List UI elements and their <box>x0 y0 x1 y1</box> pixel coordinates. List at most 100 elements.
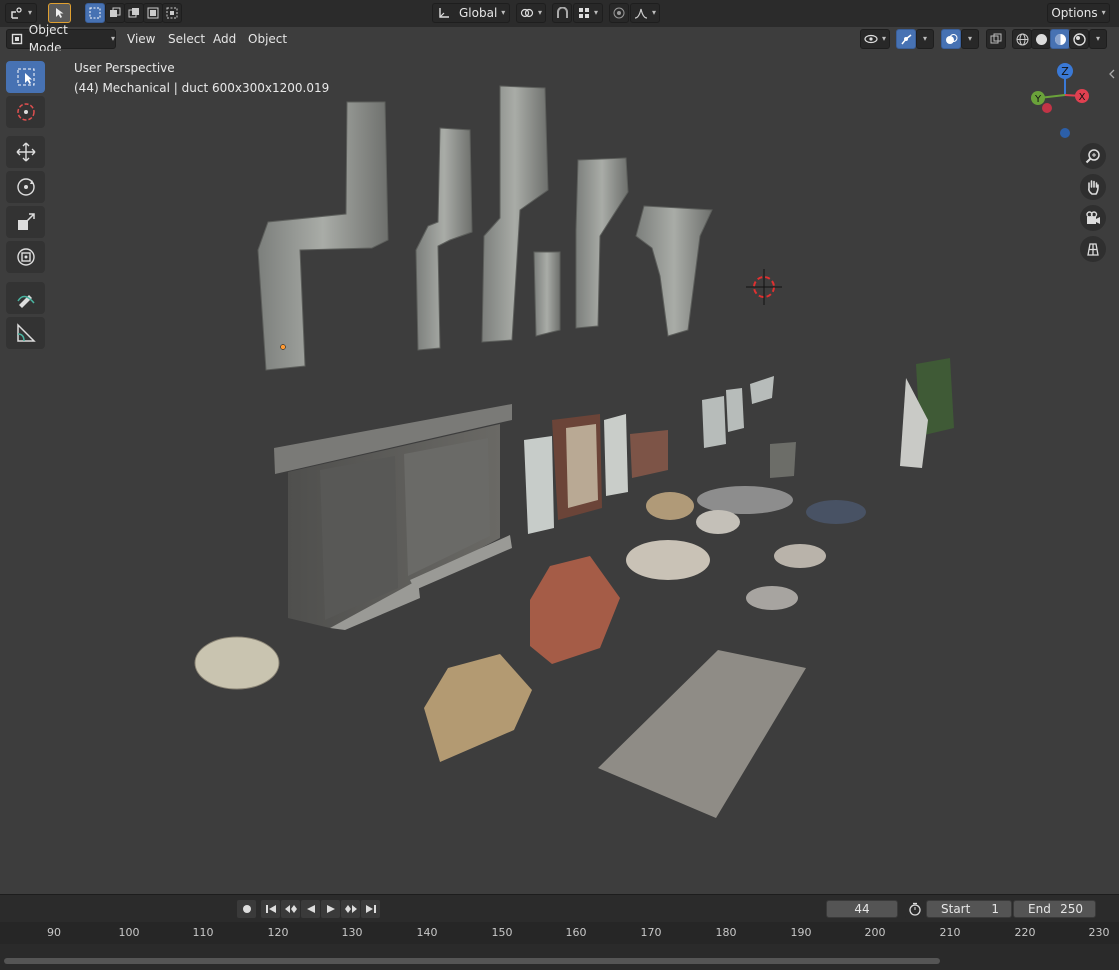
pivot-point-dropdown[interactable]: ▾ <box>516 3 546 23</box>
play-button[interactable] <box>321 900 340 918</box>
tool-annotate[interactable] <box>6 282 45 314</box>
tool-measure[interactable] <box>6 317 45 349</box>
ruler-tick: 110 <box>192 926 214 939</box>
cursor-icon <box>55 8 63 18</box>
end-value: 250 <box>1060 902 1083 916</box>
move-icon <box>16 142 35 162</box>
snap-target-dropdown[interactable]: ▾ <box>573 3 603 23</box>
3d-cursor[interactable] <box>746 269 782 305</box>
end-frame-field[interactable]: End 250 <box>1013 900 1096 918</box>
water-tank[interactable] <box>900 358 954 468</box>
auto-keying-button[interactable] <box>905 900 924 918</box>
sidebar-collapsed-strip[interactable] <box>1105 51 1119 891</box>
editor-type-button[interactable]: ▾ <box>5 3 37 23</box>
gizmo-z-label: Z <box>1061 65 1069 78</box>
play-icon <box>326 905 335 913</box>
next-keyframe-button[interactable] <box>341 900 360 918</box>
rubble-ground[interactable] <box>598 650 806 818</box>
solid-icon <box>1035 33 1047 45</box>
proportional-falloff-dropdown[interactable]: ▾ <box>630 3 660 23</box>
timeline-ruler[interactable]: 90 100 110 120 130 140 150 160 170 180 1… <box>0 922 1119 944</box>
gizmo-y-label: Y <box>1034 94 1042 105</box>
tool-scale[interactable] <box>6 206 45 238</box>
brick-stack[interactable] <box>530 556 620 664</box>
object-info-label: (44) Mechanical | duct 600x300x1200.019 <box>74 81 330 95</box>
proportional-editing-toggle[interactable] <box>609 3 629 23</box>
record-button[interactable] <box>237 900 256 918</box>
hand-icon <box>1088 180 1099 195</box>
shading-material[interactable] <box>1050 29 1070 49</box>
block-pile[interactable] <box>424 654 532 762</box>
snap-toggle[interactable] <box>552 3 572 23</box>
ruler-tick: 200 <box>864 926 886 939</box>
timeline-scrollbar[interactable] <box>4 958 940 964</box>
camera-view-button[interactable] <box>1080 205 1106 231</box>
select-mode-intersect[interactable] <box>162 3 182 23</box>
tool-rotate[interactable] <box>6 171 45 203</box>
object-mode-icon <box>11 33 23 45</box>
snap-grid-icon <box>578 8 589 18</box>
jump-start-button[interactable] <box>261 900 280 918</box>
tool-transform[interactable] <box>6 241 45 273</box>
tool-header: ▾ Global ▾ ▾ ▾ ▾ Options ▾ <box>0 0 1119 28</box>
ruler-tick: 120 <box>267 926 289 939</box>
current-frame-field[interactable]: 44 <box>826 900 898 918</box>
manhole-cover[interactable] <box>194 636 280 690</box>
play-reverse-button[interactable] <box>301 900 320 918</box>
select-box-icon <box>17 68 34 86</box>
debris-group[interactable] <box>626 486 866 610</box>
select-mode-new[interactable] <box>85 3 105 23</box>
pan-button[interactable] <box>1080 174 1106 200</box>
menu-object[interactable]: Object <box>242 30 293 48</box>
trash-can[interactable] <box>770 442 796 478</box>
ruler-tick: 230 <box>1088 926 1110 939</box>
duct-group[interactable] <box>257 85 713 371</box>
garage-building[interactable] <box>274 404 512 630</box>
orientation-label: Global <box>459 6 498 20</box>
wireframe-icon <box>1016 33 1028 45</box>
tool-move[interactable] <box>6 136 45 168</box>
timeline-body[interactable] <box>0 944 1119 970</box>
navigation-gizmo[interactable]: Z Y X <box>1025 60 1105 140</box>
select-mode-extend[interactable] <box>105 3 125 23</box>
jump-end-button[interactable] <box>361 900 380 918</box>
xray-toggle[interactable] <box>986 29 1006 49</box>
menu-select[interactable]: Select <box>162 30 211 48</box>
ruler-tick: 170 <box>640 926 662 939</box>
shading-wireframe[interactable] <box>1012 29 1032 49</box>
tool-select-active[interactable] <box>48 3 71 23</box>
zoom-button[interactable] <box>1080 143 1106 169</box>
start-frame-field[interactable]: Start 1 <box>926 900 1012 918</box>
mode-dropdown[interactable]: Object Mode ▾ <box>6 23 116 55</box>
cursor-target-icon <box>16 103 35 121</box>
menu-add[interactable]: Add <box>207 30 242 48</box>
select-mode-subtract[interactable] <box>124 3 144 23</box>
gizmo-dropdown[interactable]: ▾ <box>916 29 934 49</box>
prev-keyframe-button[interactable] <box>281 900 300 918</box>
tool-select-box[interactable] <box>6 61 45 93</box>
ruler-tick: 180 <box>715 926 737 939</box>
material-icon <box>1054 33 1066 45</box>
transform-orientation-dropdown[interactable]: Global ▾ <box>432 3 510 23</box>
gizmo-toggle[interactable] <box>896 29 916 49</box>
current-frame-value: 44 <box>854 902 870 916</box>
overlay-dropdown[interactable]: ▾ <box>961 29 979 49</box>
shading-dropdown[interactable]: ▾ <box>1089 29 1107 49</box>
menu-view[interactable]: View <box>121 30 161 48</box>
shading-solid[interactable] <box>1031 29 1051 49</box>
electrical-panels[interactable] <box>702 376 774 448</box>
scale-icon <box>17 213 35 230</box>
door-panels[interactable] <box>524 414 668 534</box>
snap-icon <box>556 6 568 18</box>
overlay-toggle[interactable] <box>941 29 961 49</box>
select-subtract-icon <box>128 8 139 18</box>
projection-toggle-button[interactable] <box>1080 236 1106 262</box>
visibility-dropdown[interactable]: ▾ <box>860 29 890 49</box>
orientation-icon <box>439 8 449 18</box>
options-dropdown[interactable]: Options ▾ <box>1047 3 1110 23</box>
select-mode-invert[interactable] <box>143 3 163 23</box>
tool-cursor[interactable] <box>6 96 45 128</box>
stopwatch-icon <box>908 902 921 916</box>
shading-rendered[interactable] <box>1069 29 1089 49</box>
annotate-icon <box>16 295 35 308</box>
